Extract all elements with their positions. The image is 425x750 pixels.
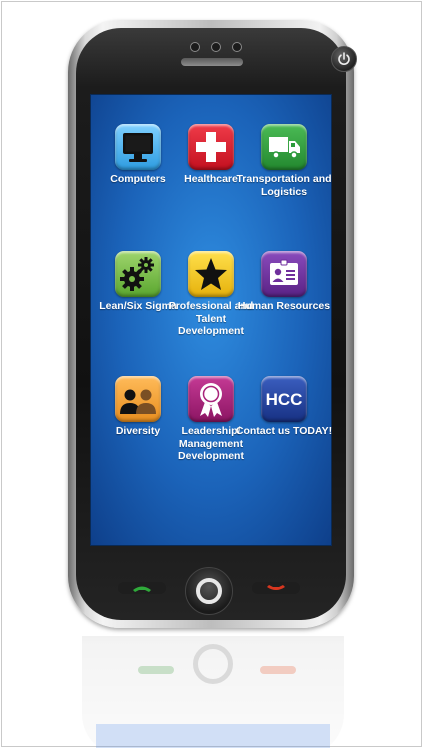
sensor-dot <box>211 42 221 52</box>
id-badge-icon <box>261 251 307 297</box>
sensor-dot <box>190 42 200 52</box>
tile-label: Contact us TODAY! <box>235 425 333 437</box>
hcc-logo-icon: HCC <box>261 376 307 422</box>
power-button[interactable] <box>331 46 357 72</box>
award-ribbon-icon <box>188 376 234 422</box>
tile-label: Transportation and Logistics <box>236 173 332 198</box>
phone-reflection <box>82 636 344 748</box>
phone-screen: Computers Healthcare Transportation and … <box>90 94 332 546</box>
tile-label: Human Resources <box>237 300 331 312</box>
power-icon <box>338 52 350 65</box>
app-tile-human-resources[interactable]: Human Resources <box>235 251 333 313</box>
monitor-icon <box>115 124 161 170</box>
reflection-green-button <box>138 666 174 674</box>
medical-cross-icon <box>188 124 234 170</box>
earpiece-speaker <box>181 58 243 66</box>
sensor-dot <box>232 42 242 52</box>
phone-bottom-controls <box>98 565 324 615</box>
red-phone-icon <box>267 585 285 590</box>
home-ring-icon <box>196 578 222 604</box>
reflection-home-button <box>193 644 233 684</box>
hcc-logo-text: HCC <box>266 390 303 409</box>
gears-icon <box>115 251 161 297</box>
reflection-screen <box>96 724 330 748</box>
app-tile-transportation[interactable]: Transportation and Logistics <box>235 124 333 198</box>
app-tile-contact[interactable]: HCC Contact us TODAY! <box>235 376 333 438</box>
smartphone: Computers Healthcare Transportation and … <box>68 20 357 628</box>
sensor-dots <box>190 42 250 54</box>
star-icon <box>188 251 234 297</box>
home-button[interactable] <box>185 567 233 615</box>
people-icon <box>115 376 161 422</box>
end-call-button[interactable] <box>252 582 300 594</box>
answer-call-button[interactable] <box>118 582 166 594</box>
truck-icon <box>261 124 307 170</box>
reflection-red-button <box>260 666 296 674</box>
green-phone-icon <box>133 586 151 592</box>
